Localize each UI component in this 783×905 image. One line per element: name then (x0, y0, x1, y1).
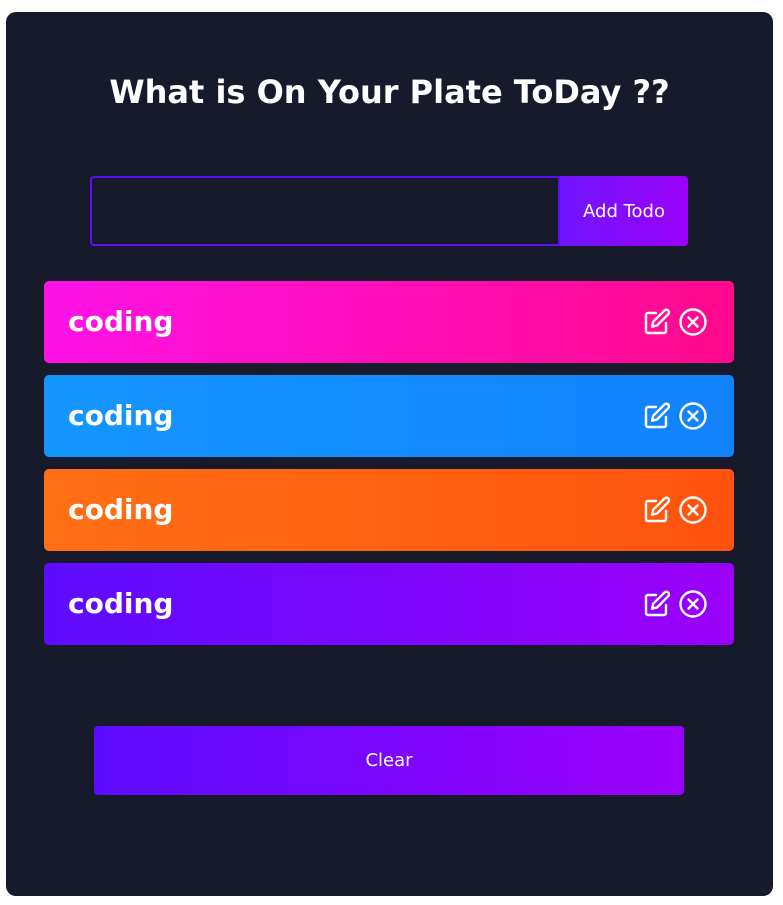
todo-item-text: coding (68, 305, 174, 338)
todo-item: coding (44, 281, 734, 363)
todo-form: Add Todo (90, 176, 688, 246)
todo-item-text: coding (68, 587, 174, 620)
todo-app: What is On Your Plate ToDay ?? Add Todo … (6, 12, 773, 896)
todo-item-actions (642, 401, 708, 431)
todo-item: coding (44, 469, 734, 551)
add-todo-button[interactable]: Add Todo (560, 176, 688, 246)
todo-item-text: coding (68, 493, 174, 526)
close-circle-icon[interactable] (678, 307, 708, 337)
page-title: What is On Your Plate ToDay ?? (109, 73, 670, 111)
close-circle-icon[interactable] (678, 495, 708, 525)
todo-item-text: coding (68, 399, 174, 432)
edit-icon[interactable] (642, 307, 672, 337)
todo-item: coding (44, 375, 734, 457)
clear-button[interactable]: Clear (94, 726, 684, 795)
todo-item-actions (642, 589, 708, 619)
edit-icon[interactable] (642, 401, 672, 431)
todo-item-actions (642, 495, 708, 525)
edit-icon[interactable] (642, 589, 672, 619)
edit-icon[interactable] (642, 495, 672, 525)
todo-item: coding (44, 563, 734, 645)
todo-list: coding coding coding coding (44, 281, 734, 657)
todo-input[interactable] (90, 176, 560, 246)
close-circle-icon[interactable] (678, 401, 708, 431)
close-circle-icon[interactable] (678, 589, 708, 619)
todo-item-actions (642, 307, 708, 337)
